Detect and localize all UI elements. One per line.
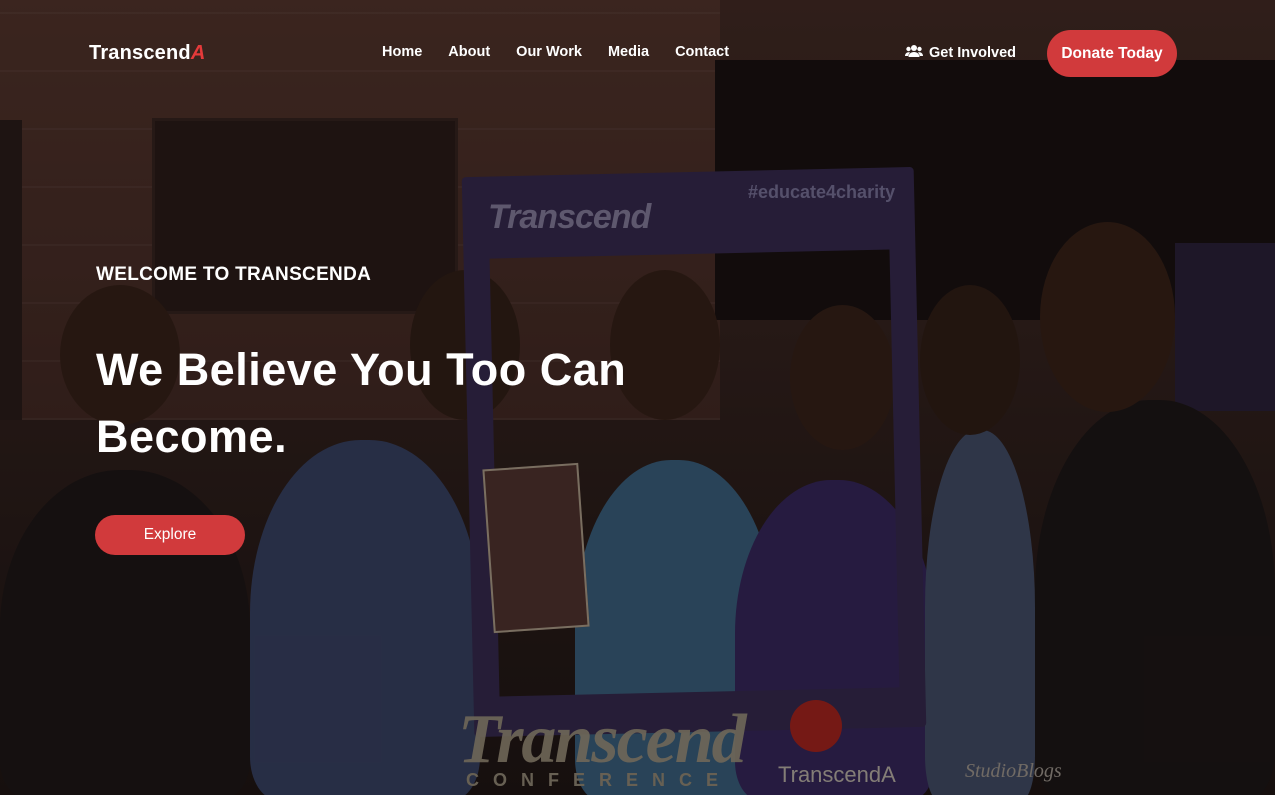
nav-our-work[interactable]: Our Work <box>516 44 582 60</box>
site-logo[interactable]: TranscendA <box>89 42 206 65</box>
nav-home[interactable]: Home <box>382 44 422 60</box>
explore-button[interactable]: Explore <box>95 515 245 555</box>
get-involved-link[interactable]: Get Involved <box>905 44 1016 62</box>
logo-text: Transcend <box>89 42 191 64</box>
nav-about[interactable]: About <box>448 44 490 60</box>
hero-eyebrow: WELCOME TO TRANSCENDA <box>96 264 372 285</box>
logo-accent: A <box>190 42 206 64</box>
donate-button[interactable]: Donate Today <box>1047 30 1177 77</box>
nav-contact[interactable]: Contact <box>675 44 729 60</box>
users-icon <box>905 44 923 62</box>
hero-headline: We Believe You Too Can Become. <box>96 344 627 462</box>
get-involved-label: Get Involved <box>929 45 1017 61</box>
nav-media[interactable]: Media <box>608 44 649 60</box>
main-nav: Home About Our Work Media Contact <box>382 44 729 60</box>
